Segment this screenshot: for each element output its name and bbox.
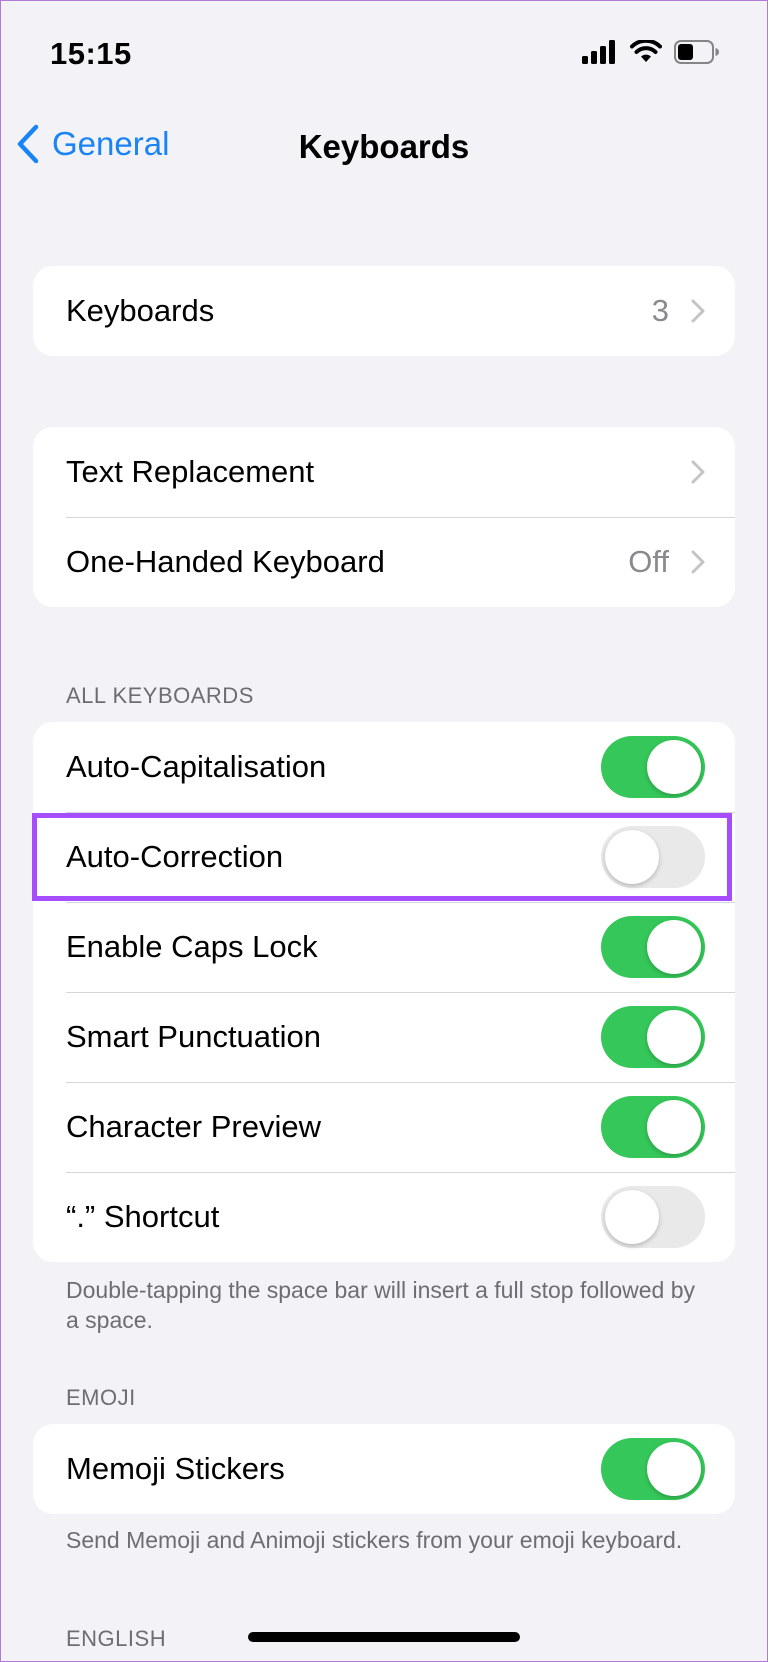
auto-capitalisation-label: Auto-Capitalisation xyxy=(66,749,327,784)
memoji-stickers-label: Memoji Stickers xyxy=(66,1451,285,1486)
memoji-footer: Send Memoji and Animoji stickers from yo… xyxy=(66,1527,683,1553)
section-header-english: ENGLISH xyxy=(66,1626,167,1651)
toggle-knob xyxy=(647,1010,701,1064)
full-stop-shortcut-label: “.” Shortcut xyxy=(66,1199,220,1234)
status-time: 15:15 xyxy=(50,36,132,71)
smart-punctuation-toggle[interactable] xyxy=(601,1006,705,1068)
memoji-stickers-row: Memoji Stickers xyxy=(33,1424,735,1514)
auto-correction-label: Auto-Correction xyxy=(66,839,284,874)
chevron-right-icon xyxy=(691,299,705,323)
chevron-right-icon xyxy=(691,550,705,574)
status-bar: 15:15 xyxy=(0,0,768,100)
memoji-stickers-toggle[interactable] xyxy=(601,1438,705,1500)
full-stop-shortcut-footer: Double-tapping the space bar will insert… xyxy=(66,1277,696,1333)
auto-correction-toggle[interactable] xyxy=(601,826,705,888)
signal-icon xyxy=(582,40,615,64)
one-handed-keyboard-value: Off xyxy=(628,544,669,579)
section-header-emoji: EMOJI xyxy=(66,1385,136,1410)
status-icons xyxy=(582,40,720,64)
enable-caps-lock-label: Enable Caps Lock xyxy=(66,929,318,964)
all-keyboards-group: Auto-Capitalisation Auto-Correction Enab… xyxy=(33,722,735,1262)
character-preview-toggle[interactable] xyxy=(601,1096,705,1158)
section-header-all-keyboards: ALL KEYBOARDS xyxy=(66,683,254,708)
text-replacement-row[interactable]: Text Replacement xyxy=(33,427,735,517)
smart-punctuation-label: Smart Punctuation xyxy=(66,1019,322,1054)
toggle-knob xyxy=(605,1190,659,1244)
toggle-knob xyxy=(647,1100,701,1154)
toggle-knob xyxy=(647,1442,701,1496)
auto-correction-row: Auto-Correction xyxy=(33,812,735,902)
toggle-knob xyxy=(605,830,659,884)
one-handed-keyboard-row[interactable]: One-Handed Keyboard Off xyxy=(33,517,735,607)
character-preview-row: Character Preview xyxy=(33,1082,735,1172)
keyboards-row[interactable]: Keyboards 3 xyxy=(33,266,735,356)
toggle-knob xyxy=(647,740,701,794)
toggle-knob xyxy=(647,920,701,974)
character-preview-label: Character Preview xyxy=(66,1109,321,1144)
auto-capitalisation-row: Auto-Capitalisation xyxy=(33,722,735,812)
enable-caps-lock-toggle[interactable] xyxy=(601,916,705,978)
full-stop-shortcut-row: “.” Shortcut xyxy=(33,1172,735,1262)
one-handed-keyboard-label: One-Handed Keyboard xyxy=(66,544,385,579)
battery-icon xyxy=(674,40,719,64)
keyboards-label: Keyboards xyxy=(66,293,215,328)
keyboards-count: 3 xyxy=(651,293,669,328)
full-stop-shortcut-toggle[interactable] xyxy=(601,1186,705,1248)
auto-capitalisation-toggle[interactable] xyxy=(601,736,705,798)
wifi-icon xyxy=(630,40,662,62)
keyboards-group: Keyboards 3 xyxy=(33,266,735,356)
page-title: Keyboards xyxy=(298,128,470,165)
text-group: Text Replacement One-Handed Keyboard Off xyxy=(33,427,735,607)
text-replacement-label: Text Replacement xyxy=(66,454,315,489)
emoji-group: Memoji Stickers xyxy=(33,1424,735,1514)
home-indicator[interactable] xyxy=(248,1632,520,1642)
nav-bar: General Keyboards xyxy=(0,110,768,186)
chevron-right-icon xyxy=(691,460,705,484)
enable-caps-lock-row: Enable Caps Lock xyxy=(33,902,735,992)
smart-punctuation-row: Smart Punctuation xyxy=(33,992,735,1082)
